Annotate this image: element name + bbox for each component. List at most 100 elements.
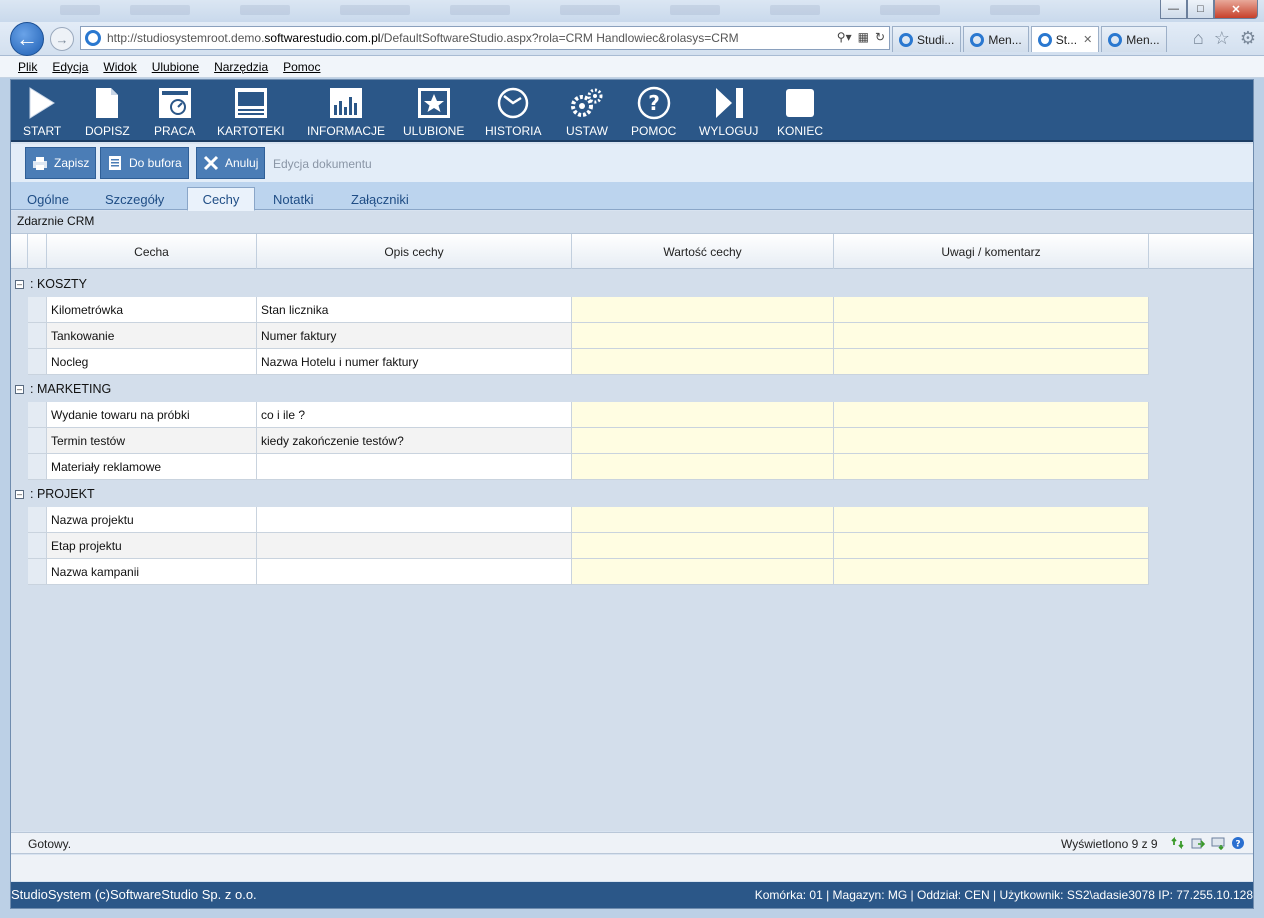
address-url: http://studiosystemroot.demo.softwarestu… — [107, 31, 739, 45]
menu-narzedzia[interactable]: Narzędzia — [214, 60, 268, 74]
cell-uwagi-input[interactable] — [834, 507, 1149, 533]
close-window-button[interactable]: ✕ — [1214, 0, 1258, 19]
close-tab-icon[interactable]: ✕ — [1083, 33, 1092, 46]
informacje-button[interactable]: INFORMACJE — [307, 86, 385, 138]
cell-wartosc-input[interactable] — [572, 533, 834, 559]
column-header-wartosc[interactable]: Wartość cechy — [572, 234, 834, 269]
menu-edycja[interactable]: Edycja — [52, 60, 88, 74]
import-icon[interactable] — [1211, 836, 1225, 850]
tab-notatki[interactable]: Notatki — [267, 187, 319, 211]
to-buffer-button[interactable]: Do bufora — [100, 147, 189, 179]
tab-zalaczniki[interactable]: Załączniki — [345, 187, 415, 211]
save-button[interactable]: Zapisz — [25, 147, 97, 179]
row-selector[interactable] — [28, 533, 47, 559]
collapse-minus-icon[interactable]: – — [15, 489, 24, 499]
koniec-button[interactable]: KONIEC — [777, 86, 823, 138]
help-circle-icon[interactable]: ? — [1231, 836, 1245, 850]
historia-button[interactable]: HISTORIA — [485, 86, 541, 138]
browser-tab[interactable]: Men... — [963, 26, 1029, 52]
row-selector[interactable] — [28, 402, 47, 428]
cell-uwagi-input[interactable] — [834, 297, 1149, 323]
cell-wartosc-input[interactable] — [572, 297, 834, 323]
cell-opis — [257, 559, 572, 585]
group-header-koszty[interactable]: – : KOSZTY — [15, 274, 87, 294]
table-row[interactable]: Nocleg Nazwa Hotelu i numer faktury — [28, 349, 1149, 375]
cell-uwagi-input[interactable] — [834, 428, 1149, 454]
ulubione-button[interactable]: ULUBIONE — [403, 86, 464, 138]
group-header-projekt[interactable]: – : PROJEKT — [15, 484, 95, 504]
browser-tab[interactable]: Men... — [1101, 26, 1167, 52]
pomoc-button[interactable]: ? POMOC — [631, 86, 676, 138]
cell-wartosc-input[interactable] — [572, 402, 834, 428]
table-row[interactable]: Materiały reklamowe — [28, 454, 1149, 480]
ustaw-button[interactable]: USTAW — [566, 86, 608, 138]
table-row[interactable]: Nazwa kampanii — [28, 559, 1149, 585]
menu-pomoc[interactable]: Pomoc — [283, 60, 320, 74]
home-icon[interactable]: ⌂ — [1193, 28, 1204, 49]
cell-uwagi-input[interactable] — [834, 533, 1149, 559]
row-selector[interactable] — [28, 507, 47, 533]
svg-text:?: ? — [1235, 840, 1240, 850]
address-bar[interactable]: http://studiosystemroot.demo.softwarestu… — [80, 26, 890, 50]
export-icon[interactable] — [1191, 836, 1205, 850]
cell-wartosc-input[interactable] — [572, 559, 834, 585]
wyloguj-button[interactable]: WYLOGUJ — [699, 86, 758, 138]
cell-wartosc-input[interactable] — [572, 507, 834, 533]
cell-wartosc-input[interactable] — [572, 349, 834, 375]
compatibility-icon[interactable]: ▦ — [858, 30, 869, 44]
maximize-window-button[interactable]: □ — [1187, 0, 1214, 19]
column-header-uwagi[interactable]: Uwagi / komentarz — [834, 234, 1149, 269]
group-header-marketing[interactable]: – : MARKETING — [15, 379, 111, 399]
forward-button[interactable]: → — [50, 27, 74, 51]
back-button[interactable]: ← — [10, 22, 44, 56]
settings-gear-icon[interactable]: ⚙ — [1240, 28, 1256, 49]
menu-ulubione[interactable]: Ulubione — [152, 60, 199, 74]
table-row[interactable]: Nazwa projektu — [28, 507, 1149, 533]
row-selector[interactable] — [28, 454, 47, 480]
praca-button[interactable]: PRACA — [154, 86, 195, 138]
table-row[interactable]: Wydanie towaru na próbki co i ile ? — [28, 402, 1149, 428]
ie-tab-icon — [899, 32, 913, 47]
tab-cechy[interactable]: Cechy — [187, 187, 255, 211]
cell-uwagi-input[interactable] — [834, 402, 1149, 428]
dopisz-button[interactable]: DOPISZ — [85, 86, 130, 138]
table-row[interactable]: Kilometrówka Stan licznika — [28, 297, 1149, 323]
cell-opis: kiedy zakończenie testów? — [257, 428, 572, 454]
collapse-minus-icon[interactable]: – — [15, 279, 24, 289]
refresh-icon[interactable]: ↻ — [875, 30, 885, 44]
minimize-window-button[interactable]: — — [1160, 0, 1187, 19]
cell-uwagi-input[interactable] — [834, 559, 1149, 585]
collapse-minus-icon[interactable]: – — [15, 384, 24, 394]
cell-wartosc-input[interactable] — [572, 454, 834, 480]
svg-text:?: ? — [648, 91, 660, 115]
cancel-x-icon — [203, 155, 219, 171]
column-header-cecha[interactable]: Cecha — [47, 234, 257, 269]
search-icon[interactable]: ⚲▾ — [837, 30, 852, 44]
kartoteki-button[interactable]: KARTOTEKI — [217, 86, 285, 138]
row-selector[interactable] — [28, 297, 47, 323]
tab-ogolne[interactable]: Ogólne — [21, 187, 75, 211]
start-button[interactable]: START — [23, 86, 61, 138]
browser-tab-active[interactable]: St... ✕ — [1030, 26, 1100, 52]
column-header-opis[interactable]: Opis cechy — [257, 234, 572, 269]
cell-wartosc-input[interactable] — [572, 323, 834, 349]
table-row[interactable]: Etap projektu — [28, 533, 1149, 559]
table-row[interactable]: Termin testów kiedy zakończenie testów? — [28, 428, 1149, 454]
row-selector[interactable] — [28, 428, 47, 454]
menu-widok[interactable]: Widok — [103, 60, 136, 74]
menu-plik[interactable]: Plik — [18, 60, 37, 74]
row-selector[interactable] — [28, 323, 47, 349]
cell-uwagi-input[interactable] — [834, 323, 1149, 349]
cell-wartosc-input[interactable] — [572, 428, 834, 454]
table-row[interactable]: Tankowanie Numer faktury — [28, 323, 1149, 349]
browser-tab[interactable]: Studi... — [892, 26, 962, 52]
row-selector[interactable] — [28, 559, 47, 585]
tab-szczegoly[interactable]: Szczegóły — [99, 187, 170, 211]
favorites-star-icon[interactable]: ☆ — [1214, 28, 1230, 49]
cell-uwagi-input[interactable] — [834, 349, 1149, 375]
grid-header: Cecha Opis cechy Wartość cechy Uwagi / k… — [11, 233, 1253, 269]
cell-uwagi-input[interactable] — [834, 454, 1149, 480]
cancel-button[interactable]: Anuluj — [196, 147, 266, 179]
refresh-arrows-icon[interactable] — [1171, 836, 1185, 850]
row-selector[interactable] — [28, 349, 47, 375]
